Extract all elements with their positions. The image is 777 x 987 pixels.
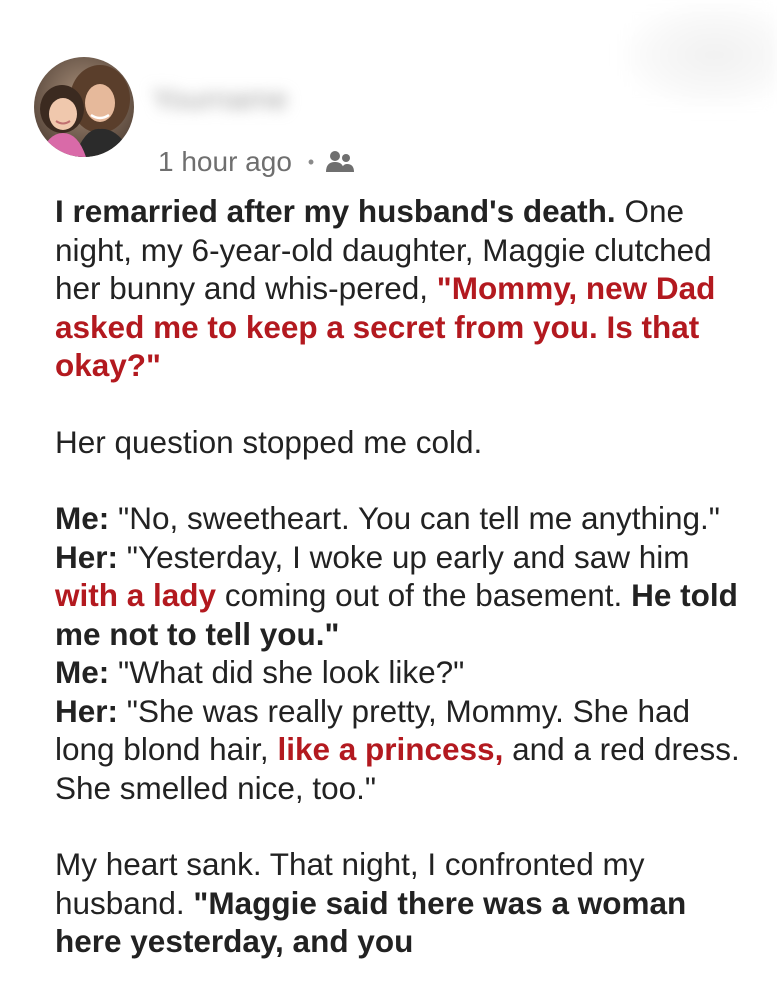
- highlight-text: with a lady: [55, 577, 217, 613]
- avatar[interactable]: [34, 57, 134, 157]
- dialogue-line: "No, sweetheart. You can tell me anythin…: [118, 500, 720, 536]
- speaker-label: Her:: [55, 538, 119, 575]
- friends-icon[interactable]: [324, 148, 356, 176]
- separator-dot: •: [307, 151, 315, 172]
- dialogue-line: "Yesterday, I woke up early and saw him: [126, 538, 690, 575]
- blurred-corner-decoration: [620, 0, 777, 110]
- paragraph-reaction: Her question stopped me cold.: [55, 423, 483, 460]
- paragraph-intro: I remarried after my husband's death. On…: [55, 192, 755, 385]
- post-meta: 1 hour ago •: [158, 144, 356, 180]
- dialogue-block: Me: "No, sweetheart. You can tell me any…: [55, 499, 755, 807]
- timestamp[interactable]: 1 hour ago: [158, 146, 292, 178]
- post-headline: I remarried after my husband's death.: [55, 193, 616, 229]
- highlight-text: like a princess,: [277, 731, 504, 767]
- author-name[interactable]: Yourname: [152, 82, 477, 118]
- paragraph-confrontation: My heart sank. That night, I confronted …: [55, 845, 755, 961]
- dialogue-line: "What did she look like?": [118, 654, 465, 690]
- speaker-label: Me:: [55, 654, 110, 690]
- bottom-edge: [0, 976, 777, 987]
- avatar-photo-icon: [34, 57, 134, 157]
- dialogue-line: coming out of the basement.: [224, 577, 623, 613]
- speaker-label: Her:: [55, 692, 119, 729]
- speaker-label: Me:: [55, 500, 110, 536]
- post-body: I remarried after my husband's death. On…: [55, 192, 755, 961]
